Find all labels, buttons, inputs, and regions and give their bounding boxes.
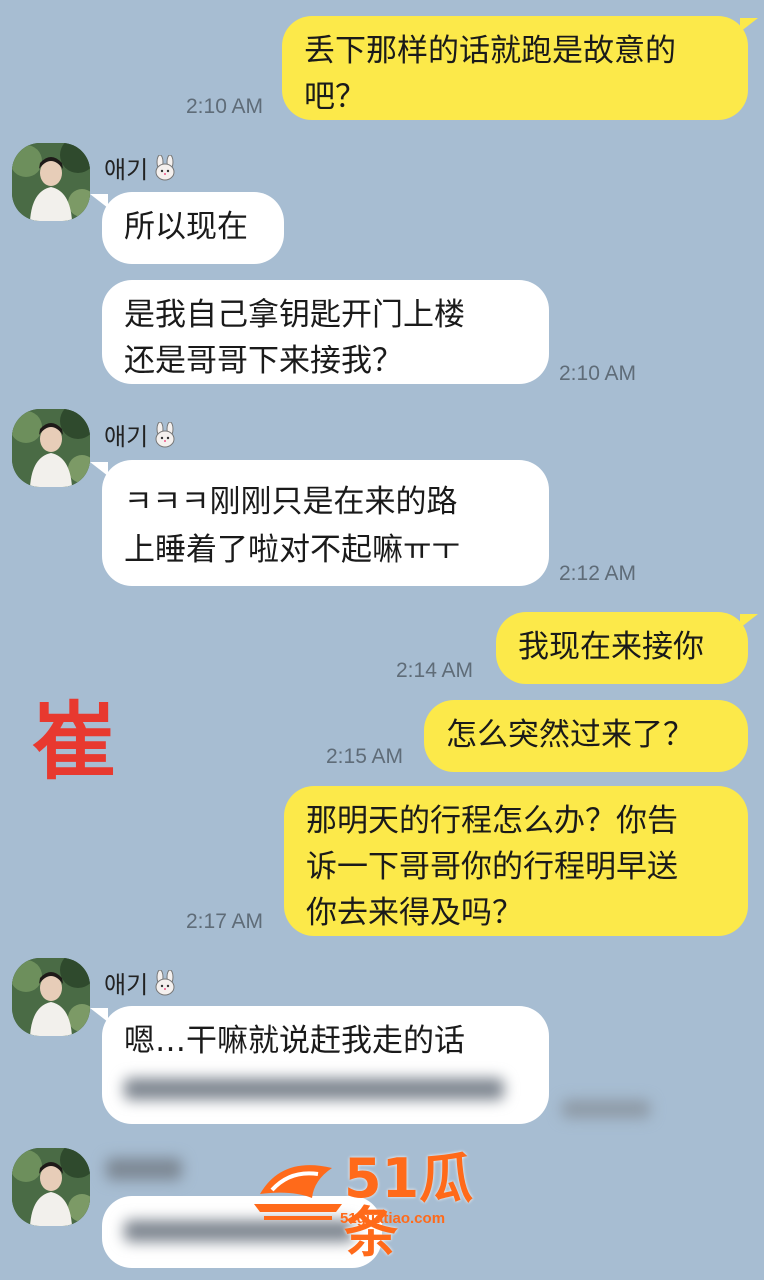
message-line: 你去来得及吗？	[306, 895, 523, 931]
sender-name: 애기	[104, 417, 178, 454]
outgoing-message-bubble[interactable]: 我现在来接你	[496, 612, 748, 684]
bubble-tail	[90, 194, 108, 208]
bunny-icon	[152, 154, 178, 187]
message-line: 怎么突然过来了？	[446, 717, 694, 753]
incoming-message-bubble[interactable]: 嗯…干嘛就说赶我走的话	[102, 1006, 549, 1124]
message-line: ㅋㅋㅋ刚刚只是在来的路	[124, 484, 458, 520]
overlay-label: 崔	[32, 693, 117, 791]
incoming-message-bubble[interactable]: ㅋㅋㅋ刚刚只是在来的路 上睡着了啦对不起嘛ㅠㅜ	[102, 460, 549, 586]
bubble-tail	[90, 462, 108, 476]
bubble-tail	[740, 614, 758, 628]
blurred-sender-name	[106, 1158, 182, 1180]
message-timestamp: 2:12 AM	[559, 562, 637, 585]
sender-name: 애기	[104, 965, 178, 1002]
message-line: 所以现在	[124, 209, 248, 245]
sender-name-text: 애기	[104, 156, 149, 184]
contact-avatar[interactable]	[12, 143, 90, 221]
bunny-icon	[152, 421, 178, 454]
message-line: 上睡着了啦对不起嘛ㅠㅜ	[124, 532, 461, 568]
message-line: 丢下那样的话就跑是故意的	[304, 33, 676, 69]
avatar-photo	[12, 409, 90, 487]
message-line: 是我自己拿钥匙开门上楼	[124, 297, 465, 333]
watermark-url: 51guatiao.com	[340, 1210, 446, 1227]
watermark: 51瓜条 51guatiao.com	[252, 1150, 522, 1260]
outgoing-message-bubble[interactable]: 怎么突然过来了？	[424, 700, 748, 772]
sender-name: 애기	[104, 150, 178, 187]
bubble-tail	[90, 1008, 108, 1022]
contact-avatar[interactable]	[12, 409, 90, 487]
outgoing-message-bubble[interactable]: 丢下那样的话就跑是故意的 吧？	[282, 16, 748, 120]
incoming-message-bubble[interactable]: 是我自己拿钥匙开门上楼 还是哥哥下来接我？	[102, 280, 549, 384]
blurred-timestamp	[562, 1100, 650, 1118]
blurred-line	[124, 1078, 504, 1100]
watermark-brand: 51瓜条	[344, 1147, 474, 1264]
message-line: 嗯…干嘛就说赶我走的话	[124, 1023, 465, 1059]
outgoing-message-bubble[interactable]: 那明天的行程怎么办？你告 诉一下哥哥你的行程明早送 你去来得及吗？	[284, 786, 748, 936]
message-line: 吧？	[304, 79, 366, 115]
message-line: 还是哥哥下来接我？	[124, 343, 403, 379]
avatar-photo	[12, 1148, 90, 1226]
message-line: 那明天的行程怎么办？你告	[306, 803, 678, 839]
sender-name-text: 애기	[104, 971, 149, 999]
bubble-tail	[740, 18, 758, 32]
watermark-logo-icon	[254, 1165, 342, 1220]
message-timestamp: 2:10 AM	[186, 95, 264, 118]
message-line: 我现在来接你	[518, 629, 704, 665]
message-timestamp: 2:15 AM	[326, 745, 404, 768]
contact-avatar[interactable]	[12, 1148, 90, 1226]
message-line: 诉一下哥哥你的行程明早送	[306, 849, 678, 885]
bunny-icon	[152, 969, 178, 1002]
message-timestamp: 2:10 AM	[559, 362, 637, 385]
sender-name-text: 애기	[104, 423, 149, 451]
contact-avatar[interactable]	[12, 958, 90, 1036]
blurred-text	[124, 1064, 527, 1104]
avatar-photo	[12, 958, 90, 1036]
avatar-photo	[12, 143, 90, 221]
message-timestamp: 2:14 AM	[396, 659, 474, 682]
message-timestamp: 2:17 AM	[186, 910, 264, 933]
incoming-message-bubble[interactable]: 所以现在	[102, 192, 284, 264]
